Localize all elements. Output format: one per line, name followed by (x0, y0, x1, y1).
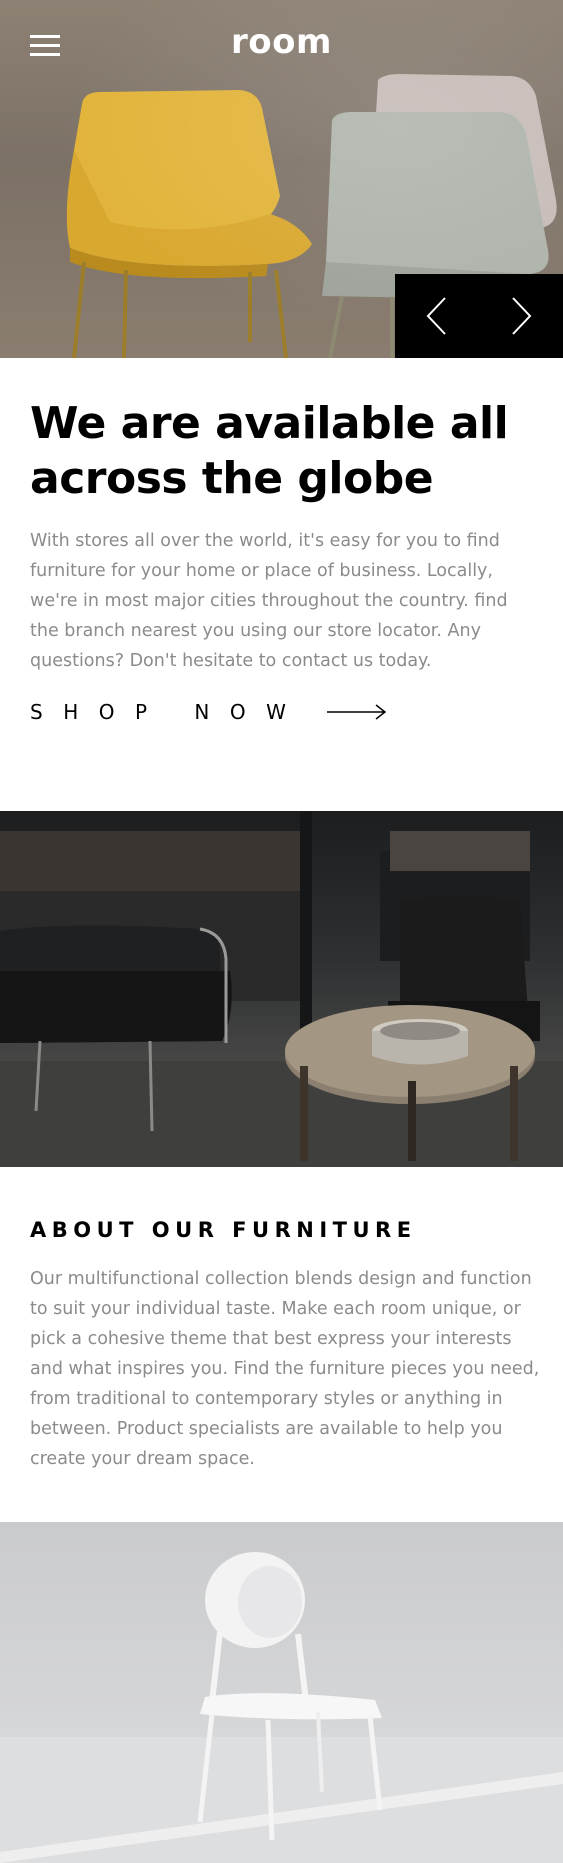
intro-paragraph: With stores all over the world, it's eas… (30, 531, 508, 671)
light-furniture-image (0, 1522, 563, 1863)
dark-furniture-image (0, 811, 563, 1167)
shop-now-label: SHOP NOW (30, 700, 307, 724)
site-logo[interactable]: room (0, 22, 563, 62)
dark-room-illustration (0, 811, 563, 1167)
intro-section: We are available all across the globe Wi… (30, 396, 533, 724)
about-title: ABOUT OUR FURNITURE (30, 1218, 417, 1242)
slider-next-button[interactable] (479, 274, 563, 358)
chevron-right-icon (512, 297, 532, 335)
slider-prev-button[interactable] (395, 274, 479, 358)
hero-image: room (0, 0, 563, 358)
about-paragraph: Our multifunctional collection blends de… (30, 1269, 540, 1469)
chevron-left-icon (426, 297, 446, 335)
about-section: ABOUT OUR FURNITURE Our multifunctional … (30, 1218, 540, 1474)
white-chair-illustration (0, 1552, 563, 1863)
page-headline: We are available all across the globe (30, 398, 509, 504)
shop-now-link[interactable]: SHOP NOW (30, 700, 533, 724)
slider-navigation (395, 274, 563, 358)
arrow-right-icon (327, 704, 387, 720)
